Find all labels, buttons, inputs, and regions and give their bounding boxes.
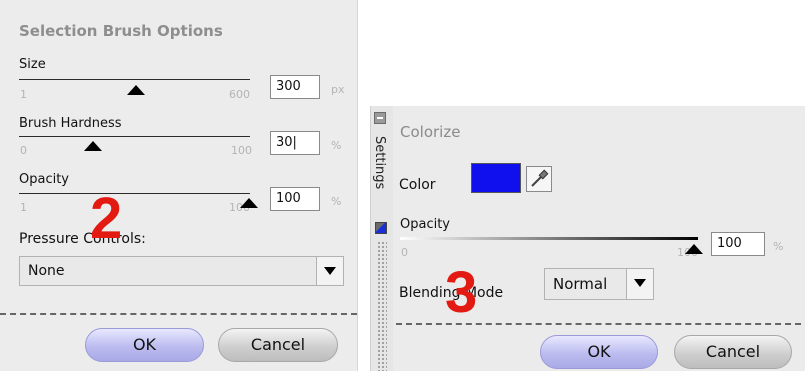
settings-tab[interactable]: Settings xyxy=(372,136,392,216)
opacity-input-right[interactable]: 100 xyxy=(711,232,765,256)
hardness-unit: % xyxy=(331,139,342,152)
pressure-controls-select[interactable]: None xyxy=(19,256,344,286)
opacity-unit: % xyxy=(331,195,342,208)
hardness-input[interactable]: 30| xyxy=(270,131,320,155)
opacity-slider-thumb-right[interactable] xyxy=(685,244,703,254)
hardness-min-label: 0 xyxy=(20,144,27,157)
blending-mode-select[interactable]: Normal xyxy=(544,268,654,300)
colorize-panel: Colorize Color Opacity 0 100 100 % Blend… xyxy=(393,106,805,371)
settings-side-strip: Settings xyxy=(370,106,393,371)
panel-title: Selection Brush Options xyxy=(19,22,223,40)
step-number-2: 2 xyxy=(90,186,123,251)
size-input[interactable]: 300 xyxy=(270,75,320,99)
opacity-label-right: Opacity xyxy=(400,217,451,232)
blending-mode-value: Normal xyxy=(553,275,608,293)
step-number-3: 3 xyxy=(445,260,478,325)
divider xyxy=(0,313,357,315)
eyedropper-icon xyxy=(531,169,549,187)
pressure-controls-label: Pressure Controls: xyxy=(19,231,146,247)
colorize-title: Colorize xyxy=(400,123,461,141)
ok-button-right[interactable]: OK xyxy=(540,335,658,369)
settings-tab-label: Settings xyxy=(372,136,387,190)
size-unit: px xyxy=(331,83,345,96)
hardness-max-label: 100 xyxy=(231,144,252,157)
opacity-gradient-slider[interactable] xyxy=(400,237,698,240)
size-min-label: 1 xyxy=(20,88,27,101)
opacity-slider-track[interactable] xyxy=(19,193,250,194)
pressure-controls-value: None xyxy=(28,263,65,279)
brush-hardness-label: Brush Hardness xyxy=(19,116,122,131)
opacity-input[interactable]: 100 xyxy=(270,187,320,211)
hardness-slider-track[interactable] xyxy=(19,136,250,137)
size-slider-track[interactable] xyxy=(19,79,250,80)
color-swatch[interactable] xyxy=(471,163,521,193)
cancel-button[interactable]: Cancel xyxy=(218,328,338,362)
size-max-label: 600 xyxy=(229,88,250,101)
opacity-min-right: 0 xyxy=(401,246,408,259)
pressure-dropdown-button[interactable] xyxy=(316,257,343,285)
chevron-down-icon xyxy=(634,279,646,287)
cancel-button-right[interactable]: Cancel xyxy=(674,335,792,369)
collapse-icon[interactable] xyxy=(374,112,386,124)
size-slider-thumb[interactable] xyxy=(127,85,145,95)
hardness-slider-thumb[interactable] xyxy=(84,141,102,151)
opacity-min-label: 1 xyxy=(20,201,27,214)
resize-grip-icon[interactable] xyxy=(377,241,387,371)
blending-dropdown-button[interactable] xyxy=(626,269,653,299)
opacity-label: Opacity xyxy=(19,172,70,187)
chevron-down-icon xyxy=(324,267,336,275)
ok-button[interactable]: OK xyxy=(85,328,204,362)
color-label: Color xyxy=(399,177,436,193)
eyedropper-button[interactable] xyxy=(526,166,552,192)
selection-brush-options-panel: Selection Brush Options Size 1 600 300 p… xyxy=(0,0,358,371)
size-label: Size xyxy=(19,57,46,72)
panel-corner-icon xyxy=(375,222,387,234)
opacity-slider-thumb[interactable] xyxy=(240,198,258,208)
opacity-unit-right: % xyxy=(773,240,784,253)
